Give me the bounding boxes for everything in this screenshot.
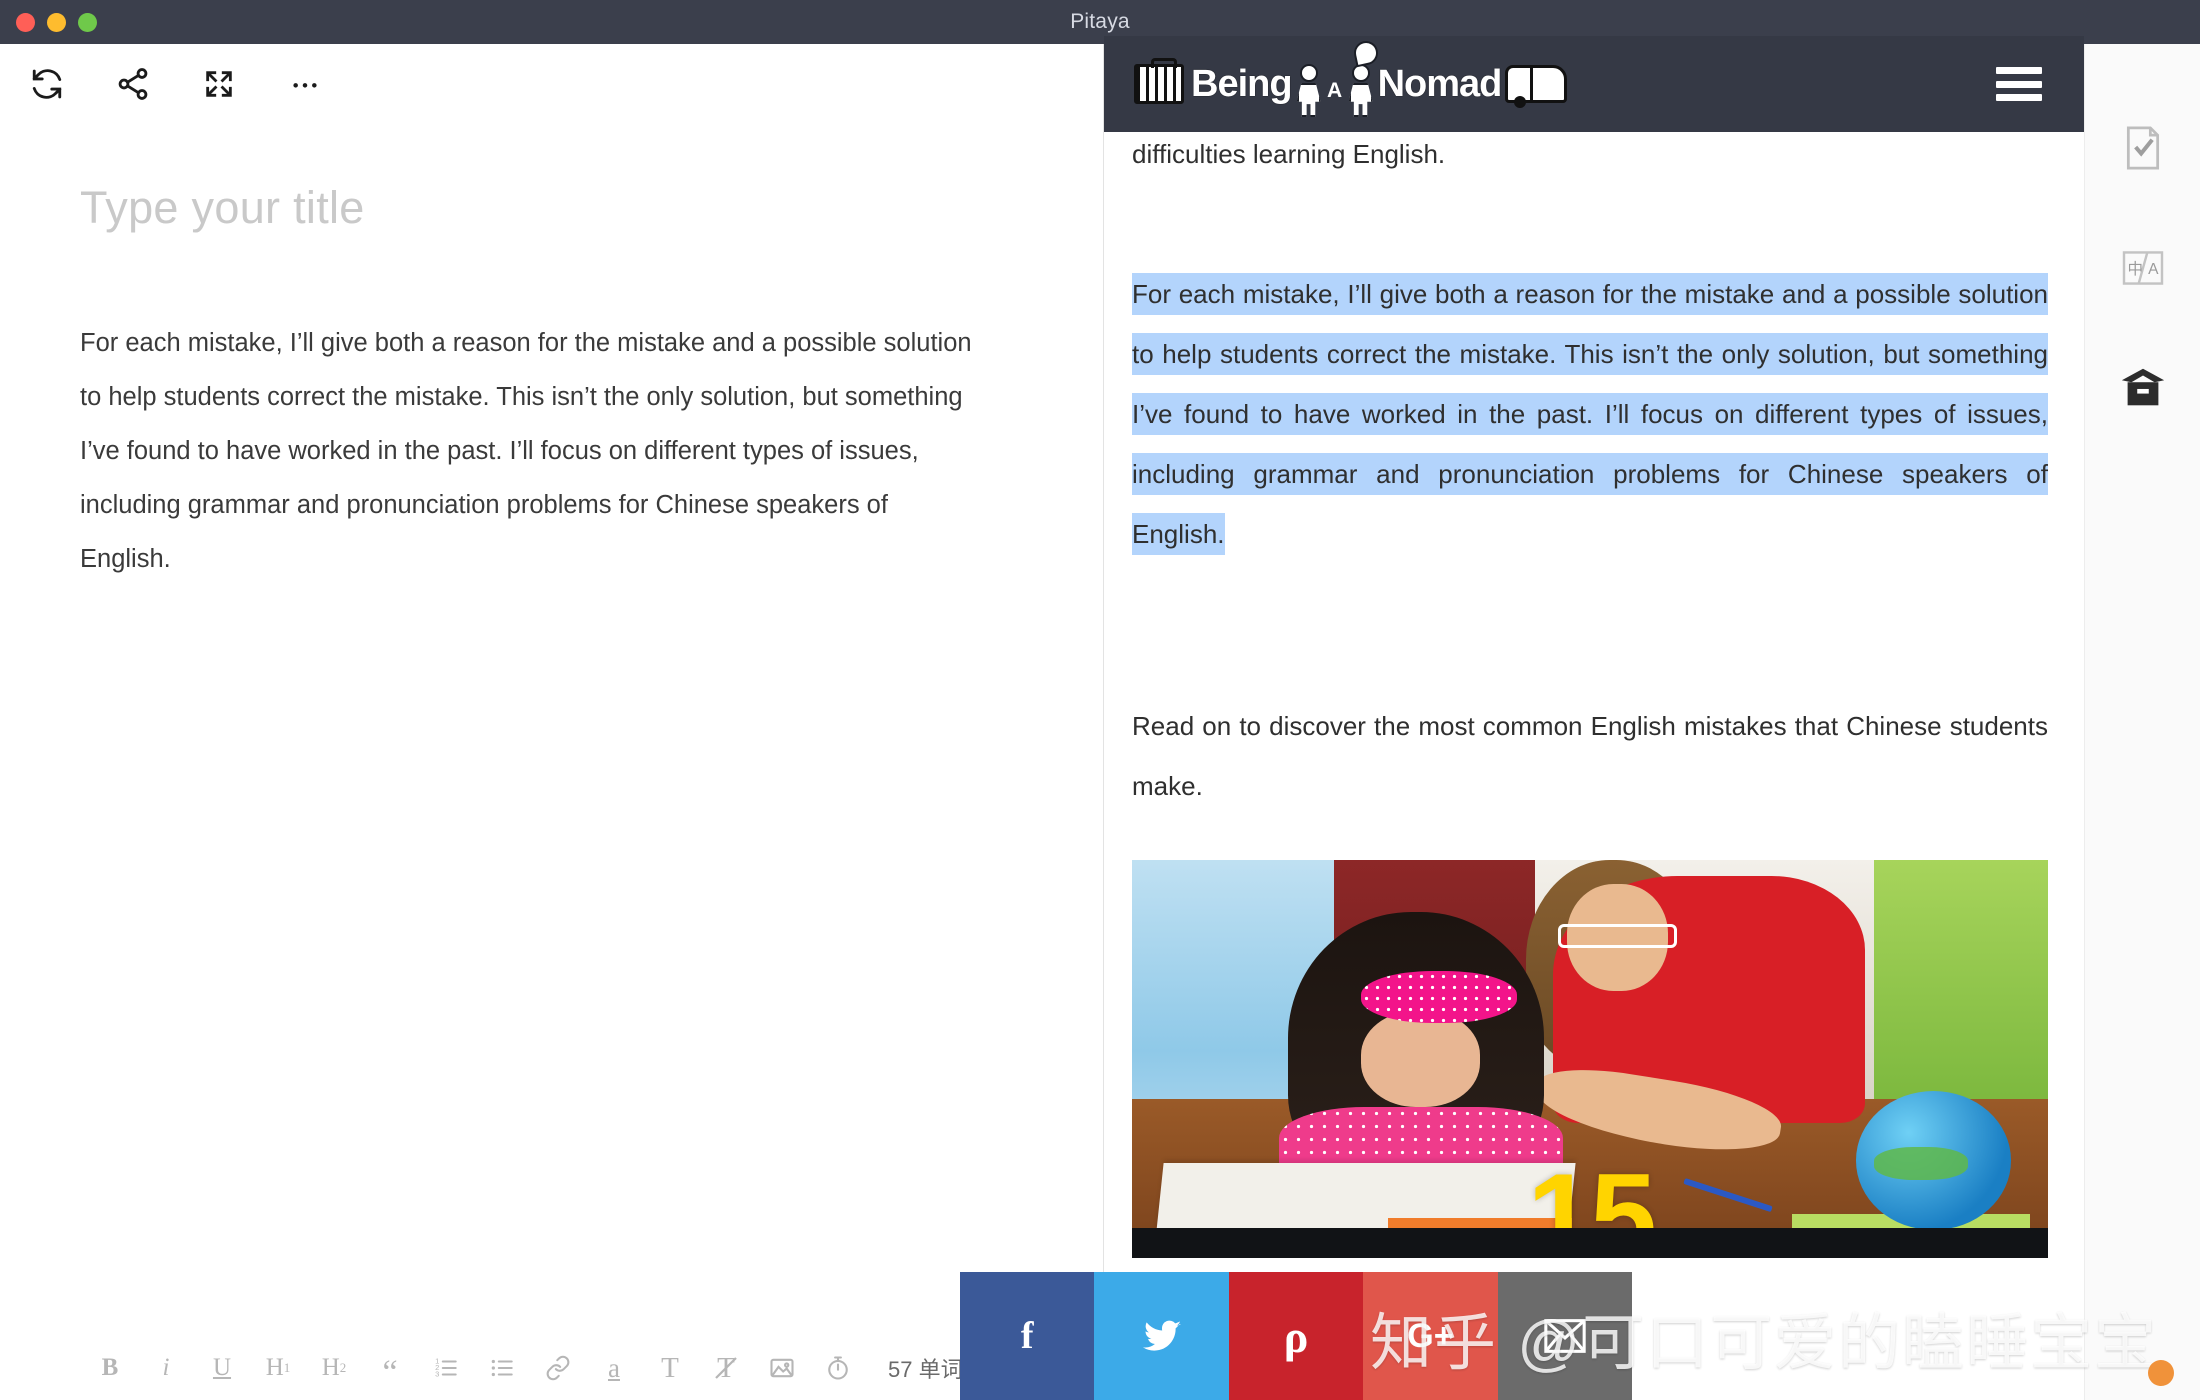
bold-button[interactable]: B <box>82 1346 138 1390</box>
envelope-icon <box>1544 1319 1586 1353</box>
application-window: Pitaya Type your title For each mistake,… <box>0 0 2200 1400</box>
watermark-dot-icon <box>2148 1360 2174 1386</box>
site-logo-text-left: Being <box>1191 63 1293 105</box>
underline-button[interactable]: U <box>194 1346 250 1390</box>
format-toolbar: B i U H1 H2 “ 1 2 3 a T 57 单词 <box>0 1336 1104 1400</box>
twitter-icon <box>1142 1320 1181 1351</box>
heading-1-button[interactable]: H1 <box>250 1346 306 1390</box>
check-document-icon[interactable] <box>2085 98 2200 198</box>
fullscreen-icon[interactable] <box>198 63 240 105</box>
web-paragraph-readon: Read on to discover the most common Engl… <box>1132 711 2048 801</box>
right-rail: 中 A <box>2084 44 2200 1400</box>
share-facebook-button[interactable]: f <box>960 1272 1095 1400</box>
window-maximize-button[interactable] <box>78 12 97 32</box>
ordered-list-button[interactable]: 1 2 3 <box>418 1346 474 1390</box>
document-title-input[interactable]: Type your title <box>80 182 1020 234</box>
web-preview-pane: to Chinese students. But students can us… <box>1104 36 2084 1400</box>
shell-icon <box>1351 38 1380 68</box>
share-twitter-button[interactable] <box>1094 1272 1229 1400</box>
camper-van-icon <box>1505 65 1568 108</box>
document-body-text[interactable]: For each mistake, I’ll give both a reaso… <box>80 316 980 586</box>
editor-toolbar <box>0 44 1104 124</box>
editor-pane: Type your title For each mistake, I’ll g… <box>0 44 1104 1400</box>
link-button[interactable] <box>530 1346 586 1390</box>
timer-button[interactable] <box>810 1346 866 1390</box>
sync-icon[interactable] <box>26 63 68 105</box>
svg-text:中: 中 <box>2127 260 2143 278</box>
insert-image-button[interactable] <box>754 1346 810 1390</box>
heading-2-button[interactable]: H2 <box>306 1346 362 1390</box>
text-style-button[interactable]: T <box>642 1346 698 1390</box>
google-plus-icon: G+ <box>1407 1316 1454 1355</box>
archive-box-icon[interactable] <box>2085 338 2200 438</box>
social-share-bar: f ρ G+ <box>960 1272 1633 1400</box>
svg-text:3: 3 <box>435 1370 439 1379</box>
heading-1-sub: 1 <box>283 1360 291 1375</box>
site-logo-middle-letter: A <box>1326 79 1343 102</box>
highlight-button[interactable]: a <box>586 1346 642 1390</box>
window-close-button[interactable] <box>16 12 35 32</box>
heading-1-label: H <box>265 1354 284 1381</box>
heading-2-sub: 2 <box>339 1360 347 1375</box>
facebook-icon: f <box>1020 1315 1034 1357</box>
italic-button[interactable]: i <box>138 1346 194 1390</box>
heading-2-label: H <box>321 1354 340 1381</box>
share-email-button[interactable] <box>1497 1272 1633 1400</box>
window-traffic-lights <box>16 0 97 44</box>
website-header: Being A Nomad <box>1104 36 2084 132</box>
pinterest-icon: ρ <box>1283 1310 1309 1362</box>
article-image: 15 <box>1132 860 2048 1258</box>
share-pinterest-button[interactable]: ρ <box>1228 1272 1364 1400</box>
suitcase-icon <box>1134 58 1184 104</box>
site-logo[interactable]: Being A Nomad <box>1134 38 1568 120</box>
share-icon[interactable] <box>112 63 154 105</box>
window-minimize-button[interactable] <box>47 12 66 32</box>
blockquote-button[interactable]: “ <box>362 1346 418 1390</box>
share-googleplus-button[interactable]: G+ <box>1363 1272 1498 1400</box>
hamburger-menu-icon[interactable] <box>1996 67 2042 101</box>
translate-icon[interactable]: 中 A <box>2085 218 2200 318</box>
clear-format-button[interactable]: T <box>698 1346 754 1390</box>
site-logo-text-right: Nomad <box>1377 63 1503 105</box>
word-count-label: 57 单词 <box>888 1357 963 1382</box>
bullet-list-button[interactable] <box>474 1346 530 1390</box>
article-image-caption-bar <box>1132 1228 2048 1258</box>
window-title: Pitaya <box>1070 10 1130 33</box>
more-options-icon[interactable] <box>284 63 326 105</box>
family-icon: A <box>1296 38 1380 117</box>
selected-text-highlight: For each mistake, I’ll give both a reaso… <box>1132 273 2048 555</box>
svg-text:A: A <box>2148 261 2159 278</box>
web-paragraph-selected[interactable]: For each mistake, I’ll give both a reaso… <box>1132 264 2048 564</box>
